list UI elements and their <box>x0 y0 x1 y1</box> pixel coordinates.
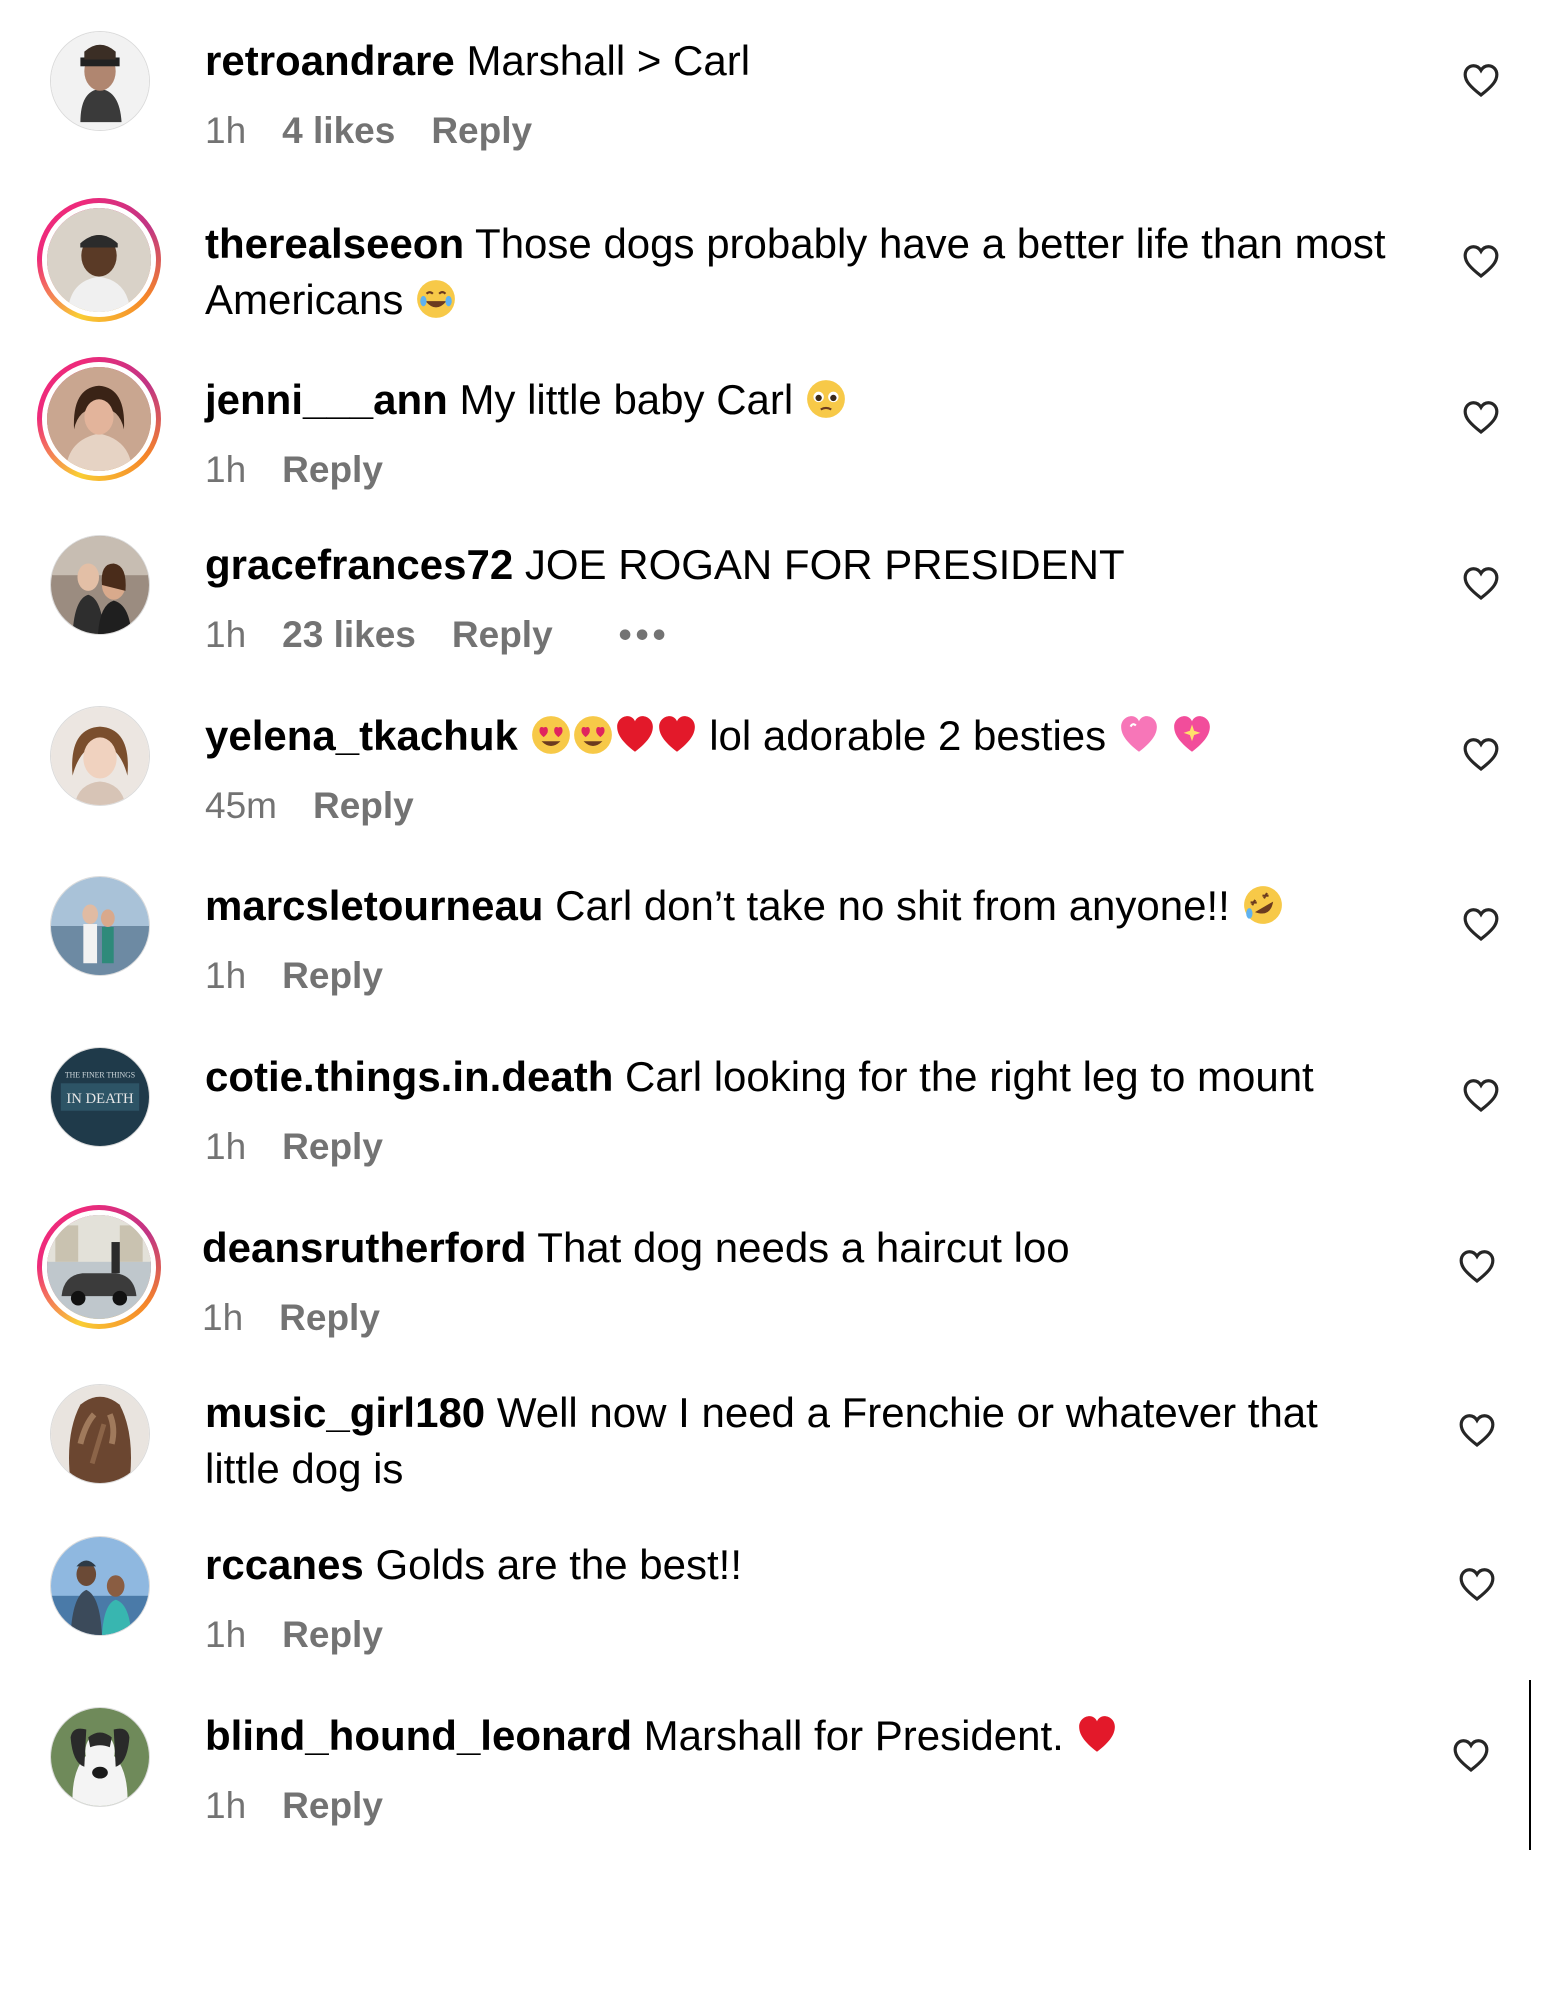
comment-username[interactable]: gracefrances72 <box>205 541 513 588</box>
comment-time: 1h <box>202 1297 244 1338</box>
heart-icon[interactable] <box>1462 906 1500 942</box>
pleading-face-emoji <box>805 378 847 420</box>
heart-icon[interactable] <box>1452 1737 1490 1773</box>
right-edge-divider <box>1529 1680 1531 1850</box>
comment-text: JOE ROGAN FOR PRESIDENT <box>524 541 1125 588</box>
reply-button[interactable]: Reply <box>282 955 383 996</box>
laughing-tears-emoji <box>415 278 457 320</box>
comment-time: 1h <box>205 1614 247 1655</box>
heart-eyes-emoji <box>530 714 572 756</box>
comment-username[interactable]: therealseeon <box>205 220 464 267</box>
heart-pulse-emoji <box>1118 714 1160 756</box>
heart-icon[interactable] <box>1458 1566 1496 1602</box>
comment-time: 1h <box>205 110 247 151</box>
heart-eyes-emoji <box>572 714 614 756</box>
comment-text: Marshall for President. <box>643 1712 1064 1759</box>
avatar[interactable] <box>50 706 150 806</box>
svg-text:IN DEATH: IN DEATH <box>66 1091 134 1107</box>
comment-username[interactable]: blind_hound_leonard <box>205 1712 632 1759</box>
comment-time: 45m <box>205 785 277 826</box>
heart-icon[interactable] <box>1462 1077 1500 1113</box>
avatar[interactable] <box>50 1536 150 1636</box>
comment-likes-count[interactable]: 23 likes <box>282 614 416 655</box>
red-heart-emoji <box>1076 1714 1118 1756</box>
reply-button[interactable]: Reply <box>282 1785 383 1826</box>
comment-text: Carl don’t take no shit from anyone!! <box>555 882 1230 929</box>
heart-icon[interactable] <box>1462 736 1500 772</box>
comment-username[interactable]: deansrutherford <box>202 1224 526 1271</box>
comment-time: 1h <box>205 1126 247 1167</box>
comment-text: Golds are the best!! <box>375 1541 743 1588</box>
comment-time: 1h <box>205 614 247 655</box>
red-heart-emoji <box>614 714 656 756</box>
reply-button[interactable]: Reply <box>282 449 383 490</box>
comment-likes-count[interactable]: 4 likes <box>282 110 395 151</box>
reply-button[interactable]: Reply <box>431 110 532 151</box>
avatar[interactable] <box>50 1384 150 1484</box>
avatar[interactable] <box>50 1707 150 1807</box>
more-options-icon[interactable]: ••• <box>619 614 670 655</box>
reply-button[interactable]: Reply <box>313 785 414 826</box>
comment-username[interactable]: yelena_tkachuk <box>205 712 518 759</box>
comment-text: lol adorable 2 besties <box>709 712 1107 759</box>
avatar[interactable] <box>50 535 150 635</box>
heart-icon[interactable] <box>1462 399 1500 435</box>
reply-button[interactable]: Reply <box>282 1126 383 1167</box>
avatar[interactable] <box>37 198 161 322</box>
avatar[interactable] <box>37 1205 161 1329</box>
heart-icon[interactable] <box>1458 1412 1496 1448</box>
comment-text: Carl looking for the right leg to mount <box>625 1053 1314 1100</box>
comment-time: 1h <box>205 449 247 490</box>
sparkling-heart-emoji <box>1171 714 1213 756</box>
comment-username[interactable]: rccanes <box>205 1541 364 1588</box>
svg-text:THE FINER THINGS: THE FINER THINGS <box>65 1070 135 1079</box>
reply-button[interactable]: Reply <box>282 1614 383 1655</box>
red-heart-emoji <box>656 714 698 756</box>
avatar[interactable] <box>37 357 161 481</box>
comment-text: Marshall > Carl <box>466 37 751 84</box>
avatar[interactable] <box>50 31 150 131</box>
comment-text: That dog needs a haircut loo <box>537 1224 1070 1271</box>
comment-username[interactable]: jenni___ann <box>205 376 448 423</box>
comment-username[interactable]: marcsletourneau <box>205 882 543 929</box>
reply-button[interactable]: Reply <box>452 614 553 655</box>
comments-list: retroandrare Marshall > Carl 1h 4 likes Re… <box>0 0 1545 2000</box>
comment-text: My little baby Carl <box>459 376 794 423</box>
rolling-laughing-emoji <box>1242 884 1284 926</box>
heart-icon[interactable] <box>1462 565 1500 601</box>
comment-username[interactable]: music_girl180 <box>205 1389 485 1436</box>
reply-button[interactable]: Reply <box>279 1297 380 1338</box>
comment-time: 1h <box>205 955 247 996</box>
comment-username[interactable]: retroandrare <box>205 37 455 84</box>
avatar[interactable]: IN DEATH THE FINER THINGS <box>50 1047 150 1147</box>
comment-time: 1h <box>205 1785 247 1826</box>
avatar[interactable] <box>50 876 150 976</box>
heart-icon[interactable] <box>1462 62 1500 98</box>
heart-icon[interactable] <box>1462 243 1500 279</box>
comment-username[interactable]: cotie.things.in.death <box>205 1053 613 1100</box>
heart-icon[interactable] <box>1458 1248 1496 1284</box>
